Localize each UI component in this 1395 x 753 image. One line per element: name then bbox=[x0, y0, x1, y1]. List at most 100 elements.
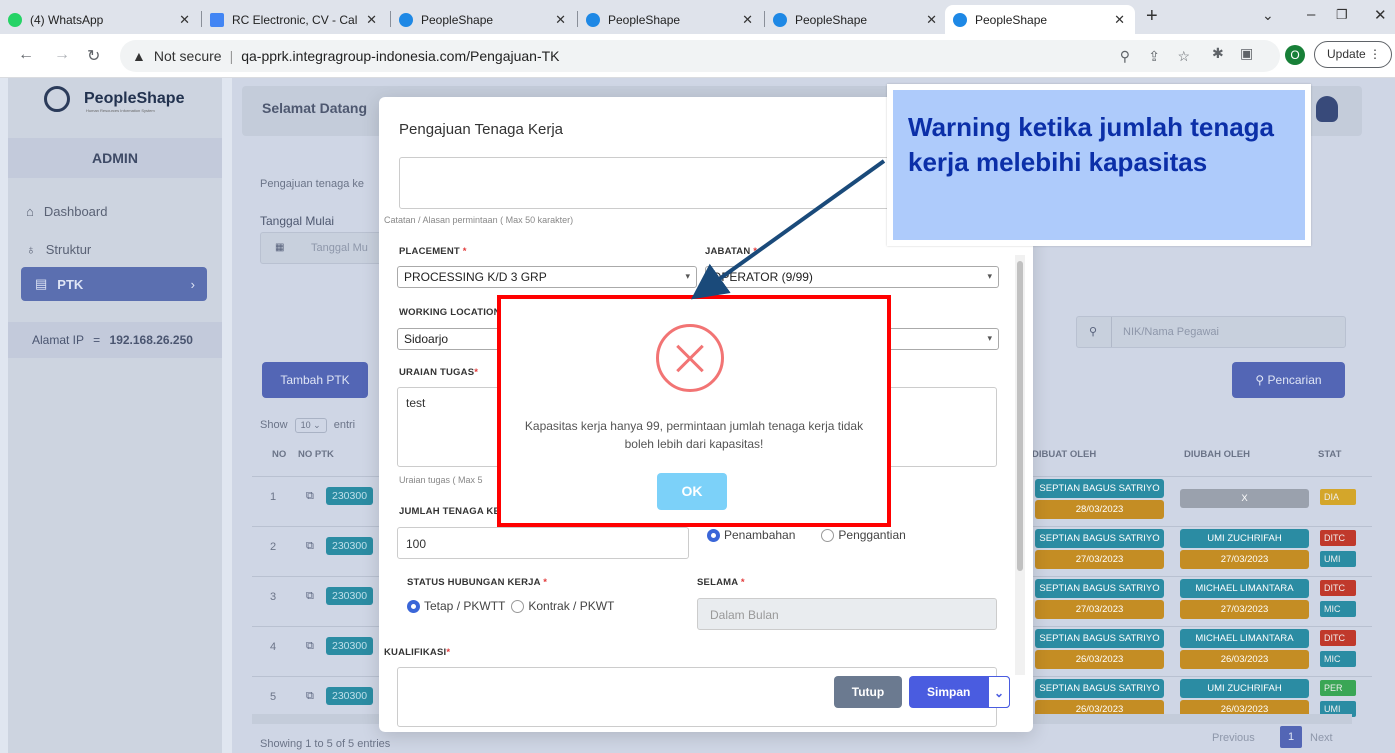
add-ptk-button[interactable]: Tambah PTK bbox=[262, 362, 368, 398]
tetap-radio[interactable] bbox=[407, 599, 420, 613]
browser-tab-peopleshape-1[interactable]: PeopleShape ✕ bbox=[391, 5, 576, 34]
entries-selector: Show 10 ⌄ entri bbox=[260, 418, 355, 433]
browser-tab-peopleshape-active[interactable]: PeopleShape ✕ bbox=[945, 5, 1135, 34]
bookmark-star-icon[interactable]: ☆ bbox=[1177, 48, 1190, 65]
updated-by-cell: UMI ZUCHRIFAH 26/03/2023 bbox=[1177, 679, 1312, 719]
address-bar[interactable]: ▲ Not secure | qa-pprk.integragroup-indo… bbox=[120, 40, 1280, 72]
forward-arrow-icon[interactable]: → bbox=[54, 46, 70, 64]
ok-button[interactable]: OK bbox=[657, 473, 727, 510]
search-button[interactable]: ⚲ Pencarian bbox=[1232, 362, 1345, 398]
entries-label: entri bbox=[333, 419, 356, 431]
copy-icon[interactable]: ⧉ bbox=[306, 540, 314, 553]
browser-tab-calendar[interactable]: RC Electronic, CV - Cal ✕ bbox=[202, 5, 387, 34]
jumlah-label: JUMLAH TENAGA KE bbox=[399, 506, 501, 517]
table-header-created-by: DIBUAT OLEH bbox=[1032, 449, 1097, 460]
table-header-ptk: NO PTK bbox=[298, 449, 334, 460]
placement-value: PROCESSING K/D 3 GRP bbox=[404, 270, 547, 284]
close-icon[interactable]: ✕ bbox=[742, 12, 753, 28]
page-number-button[interactable]: 1 bbox=[1280, 726, 1302, 748]
restore-button[interactable]: ❐ bbox=[1336, 7, 1348, 23]
save-dropdown-chevron-icon[interactable]: ⌄ bbox=[988, 676, 1010, 708]
selama-label-text: SELAMA bbox=[697, 577, 738, 588]
browser-tab-peopleshape-2[interactable]: PeopleShape ✕ bbox=[578, 5, 763, 34]
ip-label: Alamat IP bbox=[32, 333, 84, 347]
back-arrow-icon[interactable]: ← bbox=[18, 46, 34, 64]
ptk-number-badge[interactable]: 230300 bbox=[326, 487, 374, 505]
updated-at-badge: 26/03/2023 bbox=[1180, 650, 1309, 669]
security-label: Not secure bbox=[153, 48, 222, 64]
penambahan-radio[interactable] bbox=[707, 528, 720, 542]
jumlah-input[interactable]: 100 bbox=[397, 527, 689, 559]
sidebar-item-struktur[interactable]: ♁ Struktur bbox=[12, 232, 202, 266]
peopleshape-icon bbox=[773, 12, 787, 27]
modal-title: Pengajuan Tenaga Kerja bbox=[399, 121, 564, 138]
peopleshape-icon bbox=[953, 12, 967, 27]
user-avatar-icon[interactable] bbox=[1316, 96, 1338, 122]
status-radios: Tetap / PKWTT Kontrak / PKWT bbox=[407, 599, 614, 613]
ptk-number-badge[interactable]: 230300 bbox=[326, 687, 374, 705]
profile-avatar[interactable]: O bbox=[1285, 45, 1305, 65]
uraian-hint: Uraian tugas ( Max 5 bbox=[399, 475, 483, 485]
welcome-text: Selamat Datang bbox=[262, 100, 368, 116]
calendar-icon: ▤ bbox=[35, 276, 48, 291]
status-badge: PER bbox=[1320, 680, 1356, 696]
side-panel-icon[interactable]: ▣ bbox=[1240, 45, 1253, 62]
status-label: STATUS HUBUNGAN KERJA * bbox=[407, 577, 548, 588]
scrollbar-thumb[interactable] bbox=[1017, 261, 1023, 571]
close-icon[interactable]: ✕ bbox=[366, 12, 377, 28]
save-button[interactable]: Simpan ⌄ bbox=[909, 676, 1010, 708]
browser-tab-whatsapp[interactable]: (4) WhatsApp ✕ bbox=[0, 5, 200, 34]
close-icon[interactable]: ✕ bbox=[926, 12, 937, 28]
close-icon[interactable]: ✕ bbox=[1114, 12, 1125, 28]
entries-select[interactable]: 10 ⌄ bbox=[294, 418, 327, 433]
uraian-label-text: URAIAN TUGAS bbox=[399, 367, 475, 378]
selama-input[interactable]: Dalam Bulan bbox=[697, 598, 997, 630]
modal-scrollbar[interactable] bbox=[1015, 255, 1025, 675]
sidebar-item-dashboard[interactable]: ⌂ Dashboard bbox=[12, 194, 202, 228]
share-icon[interactable]: ⇪ bbox=[1148, 48, 1160, 65]
sidebar-item-ptk[interactable]: ▤ PTK › bbox=[21, 267, 207, 301]
update-button[interactable]: Update ⋮ bbox=[1314, 41, 1392, 68]
close-icon[interactable]: ✕ bbox=[555, 12, 566, 28]
window-close-button[interactable]: ✕ bbox=[1374, 6, 1387, 24]
prev-page-button[interactable]: Previous bbox=[1212, 732, 1255, 744]
placement-select[interactable]: PROCESSING K/D 3 GRP ▾ bbox=[397, 266, 697, 288]
entries-count: 10 bbox=[300, 420, 311, 430]
tab-search-chevron-icon[interactable]: ⌄ bbox=[1262, 7, 1274, 24]
status-badge: DITC bbox=[1320, 530, 1356, 546]
kualifikasi-label: KUALIFIKASI* bbox=[384, 647, 451, 658]
zoom-icon[interactable]: ⚲ bbox=[1120, 48, 1130, 65]
annotation-callout: Warning ketika jumlah tenaga kerja meleb… bbox=[887, 84, 1311, 246]
org-chart-icon: ♁ bbox=[26, 241, 36, 257]
copy-icon[interactable]: ⧉ bbox=[306, 690, 314, 703]
copy-icon[interactable]: ⧉ bbox=[306, 640, 314, 653]
search-input[interactable]: ⚲ NIK/Nama Pegawai bbox=[1076, 316, 1346, 348]
penambahan-label: Penambahan bbox=[724, 528, 796, 542]
minimize-button[interactable]: – bbox=[1307, 6, 1315, 23]
copy-icon[interactable]: ⧉ bbox=[306, 490, 314, 503]
close-icon[interactable]: ✕ bbox=[179, 12, 190, 28]
ptk-number-badge[interactable]: 230300 bbox=[326, 537, 374, 555]
home-icon: ⌂ bbox=[26, 203, 34, 219]
jabatan-select[interactable]: OPERATOR (9/99) ▾ bbox=[705, 266, 999, 288]
save-button-label: Simpan bbox=[927, 685, 971, 699]
reload-icon[interactable]: ↻ bbox=[87, 46, 100, 66]
close-button[interactable]: Tutup bbox=[834, 676, 902, 708]
sidebar-item-label: PTK bbox=[57, 276, 84, 292]
ptk-number-badge[interactable]: 230300 bbox=[326, 587, 374, 605]
brand-subtitle: Human Resources Information System bbox=[86, 108, 155, 113]
search-button-label: Pencarian bbox=[1267, 373, 1322, 387]
new-tab-button[interactable]: + bbox=[1146, 5, 1158, 28]
extensions-puzzle-icon[interactable]: ✱ bbox=[1212, 45, 1224, 62]
role-label: ADMIN bbox=[92, 150, 138, 166]
peopleshape-icon bbox=[399, 12, 413, 27]
copy-icon[interactable]: ⧉ bbox=[306, 590, 314, 603]
kualifikasi-textarea[interactable] bbox=[397, 667, 997, 727]
updated-at-badge: 27/03/2023 bbox=[1180, 600, 1309, 619]
browser-tab-peopleshape-3[interactable]: PeopleShape ✕ bbox=[765, 5, 947, 34]
next-page-button[interactable]: Next bbox=[1310, 732, 1333, 744]
status-user-badge: UMI bbox=[1320, 551, 1356, 567]
ptk-number-badge[interactable]: 230300 bbox=[326, 637, 374, 655]
kontrak-radio[interactable] bbox=[511, 599, 525, 613]
penggantian-radio[interactable] bbox=[821, 528, 835, 542]
